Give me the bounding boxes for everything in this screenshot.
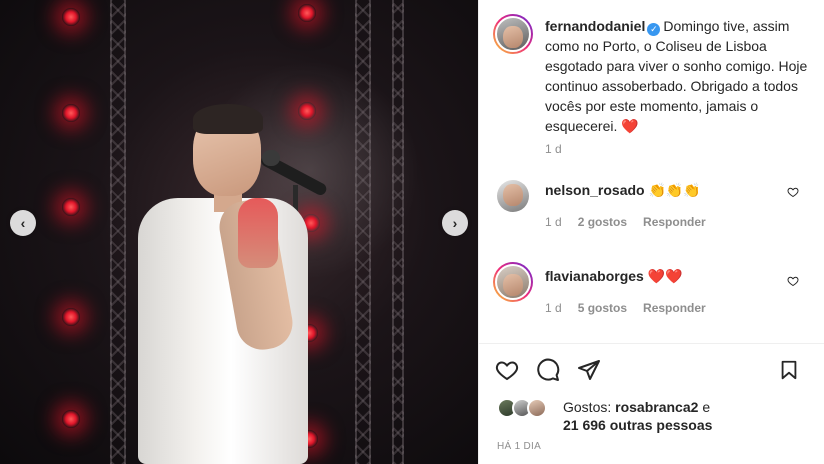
- heart-outline-icon: [787, 187, 799, 198]
- likes-others[interactable]: 21 696 outras pessoas: [563, 417, 712, 433]
- comment-likes[interactable]: 2 gostos: [578, 215, 627, 229]
- bookmark-icon: [781, 360, 797, 380]
- comment-button[interactable]: [534, 356, 562, 384]
- stage-light: [62, 104, 80, 122]
- microphone-head: [262, 150, 280, 166]
- verified-badge-icon: ✓: [647, 22, 661, 36]
- comment-like-button[interactable]: [787, 186, 799, 201]
- comment-item: nelson_rosado 👏👏👏: [545, 181, 785, 199]
- stage-truss: [110, 0, 126, 464]
- comment-item: flavianaborges ❤️❤️: [545, 267, 785, 285]
- stage-light: [62, 410, 80, 428]
- paper-plane-icon: [578, 360, 600, 380]
- carousel-next-button[interactable]: ›: [442, 210, 468, 236]
- comment-username[interactable]: nelson_rosado: [545, 182, 645, 198]
- post-age[interactable]: HÁ 1 DIA: [497, 441, 541, 452]
- caption-emoji: ❤️: [621, 118, 639, 134]
- likes-first-user[interactable]: rosabranca2: [615, 399, 698, 415]
- comment-age[interactable]: 1 d: [545, 301, 562, 315]
- stage-truss: [392, 0, 404, 464]
- author-face: [503, 26, 523, 49]
- author-username[interactable]: fernandodaniel: [545, 18, 645, 34]
- likers-avatars[interactable]: [497, 398, 549, 418]
- performer-hands: [238, 198, 278, 268]
- save-button[interactable]: [775, 356, 803, 384]
- chevron-left-icon: ‹: [20, 215, 26, 231]
- share-button[interactable]: [575, 356, 603, 384]
- heart-outline-icon: [495, 361, 519, 381]
- likes-connector: e: [702, 399, 711, 415]
- comment-meta: 1 d 2 gostos Responder: [545, 215, 706, 229]
- stage-light: [298, 4, 316, 22]
- stage-light: [298, 102, 316, 120]
- like-button[interactable]: [493, 356, 521, 384]
- liker-avatar: [527, 398, 547, 418]
- comment-text: 👏👏👏: [648, 182, 701, 198]
- heart-outline-icon: [787, 276, 799, 287]
- commenter-avatar[interactable]: [493, 262, 533, 302]
- comment-username[interactable]: flavianaborges: [545, 268, 644, 284]
- commenter-face: [503, 184, 523, 207]
- comment-reply-button[interactable]: Responder: [643, 215, 706, 229]
- chevron-right-icon: ›: [452, 215, 458, 231]
- comment-bubble-icon: [537, 358, 560, 381]
- caption-age[interactable]: 1 d: [545, 142, 562, 156]
- comment-age[interactable]: 1 d: [545, 215, 562, 229]
- post-caption: fernandodaniel ✓ Domingo tive, assim como …: [545, 16, 815, 136]
- comment-like-button[interactable]: [787, 275, 799, 290]
- actions-divider: [479, 343, 824, 344]
- comment-reply-button[interactable]: Responder: [643, 301, 706, 315]
- carousel-prev-button[interactable]: ‹: [10, 210, 36, 236]
- comment-meta: 1 d 5 gostos Responder: [545, 301, 706, 315]
- likes-summary: Gostos: rosabranca2 e 21 696 outras pess…: [563, 398, 803, 434]
- performer-hair: [193, 104, 263, 134]
- comment-likes[interactable]: 5 gostos: [578, 301, 627, 315]
- comment-text: ❤️❤️: [647, 268, 683, 284]
- commenter-face: [503, 274, 523, 297]
- author-avatar[interactable]: [493, 14, 533, 54]
- stage-truss: [355, 0, 371, 464]
- caption-text: Domingo tive, assim como no Porto, o Col…: [545, 18, 808, 134]
- commenter-avatar[interactable]: [497, 180, 529, 212]
- post-details-panel: fernandodaniel ✓ Domingo tive, assim como …: [478, 0, 824, 464]
- post-media[interactable]: ‹ ›: [0, 0, 478, 464]
- likes-prefix: Gostos:: [563, 399, 612, 415]
- stage-light: [62, 308, 80, 326]
- stage-light: [62, 198, 80, 216]
- stage-light: [62, 8, 80, 26]
